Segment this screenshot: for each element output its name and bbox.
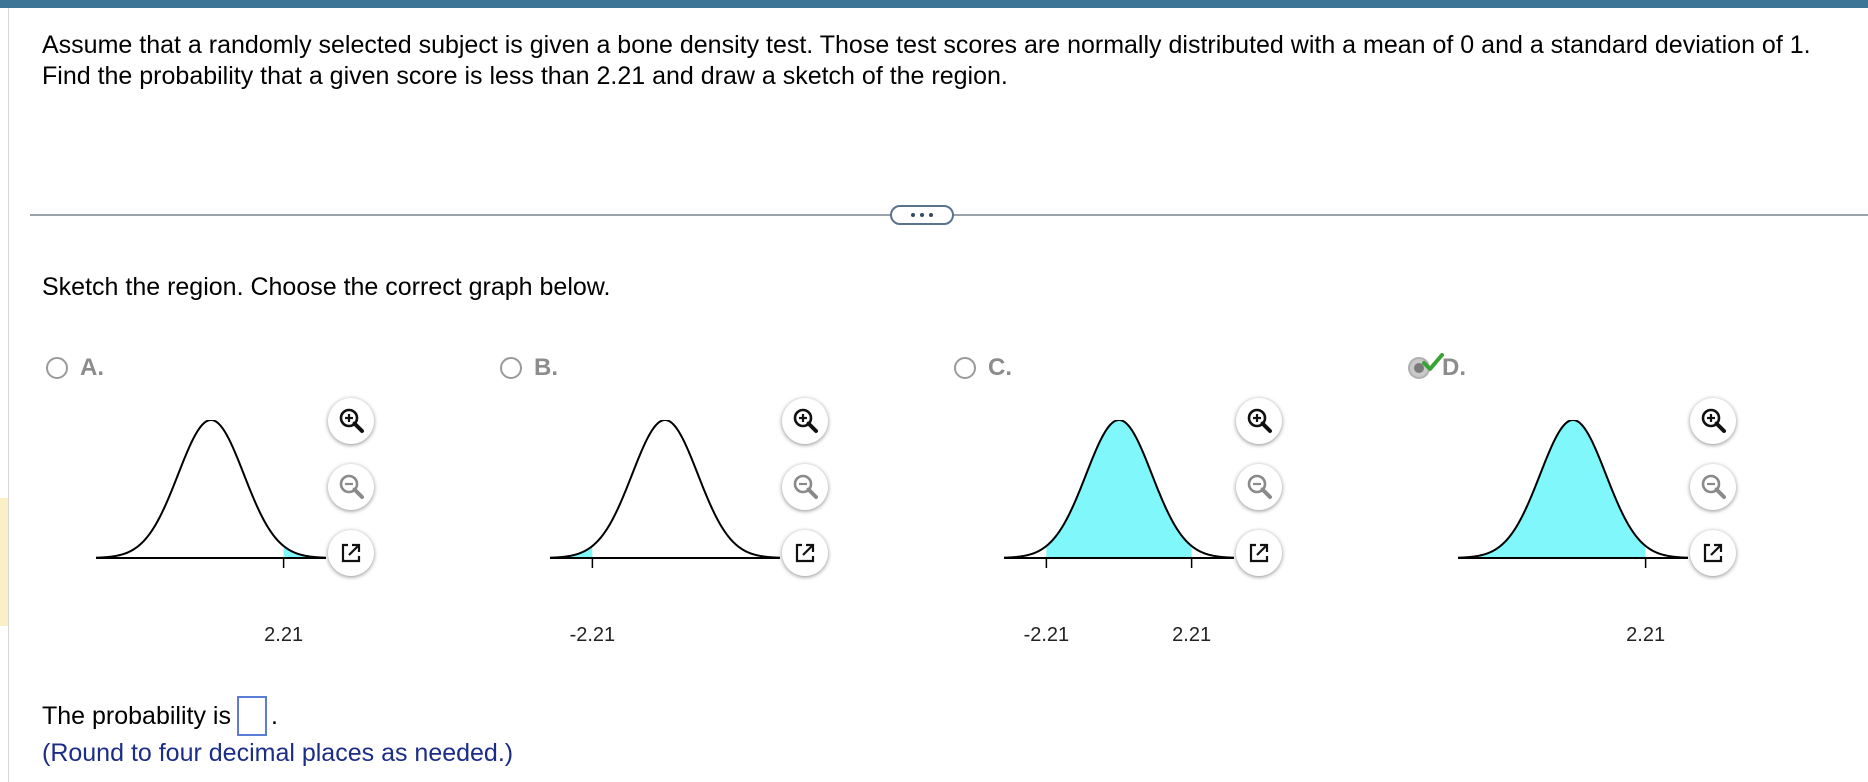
zoom-in-icon [793,408,818,433]
option-d-shaded-region [1458,420,1646,558]
popout-icon [341,543,361,563]
left-status-flag [0,498,8,626]
option-c-tick-label: -2.21 [1023,624,1070,646]
option-a-letter: A. [80,354,104,381]
instruction-text: Sketch the region. Choose the correct gr… [42,273,611,301]
zoom-out-icon [793,474,818,499]
option-b-zoom-out-button[interactable] [782,464,828,510]
option-c: C. -2.21 2.21 [954,344,1314,664]
option-d-zoom-out-button[interactable] [1690,464,1736,510]
option-d-tick-label: 2.21 [1626,624,1666,646]
option-c-letter: C. [988,354,1012,381]
top-bar [0,0,1868,8]
checkmark-icon [1422,353,1444,371]
option-d-letter: D. [1442,354,1466,381]
zoom-out-icon [1701,474,1726,499]
option-b-graph [550,420,780,568]
option-a-tick-label: 2.21 [264,624,304,646]
option-a-radio-group[interactable]: A. [46,352,104,384]
option-a-normal-curve [96,420,326,559]
zoom-in-icon [1247,408,1272,433]
option-a-zoom-in-button[interactable] [328,398,374,444]
option-a-popout-button[interactable] [328,530,374,576]
option-b-popout-button[interactable] [782,530,828,576]
option-c-popout-button[interactable] [1236,530,1282,576]
option-d-graph [1458,420,1688,568]
probability-input[interactable] [236,696,267,736]
option-c-zoom-out-button[interactable] [1236,464,1282,510]
answer-suffix: . [270,701,278,730]
option-b-normal-curve [550,420,780,559]
option-c-zoom-in-button[interactable] [1236,398,1282,444]
zoom-out-icon [1247,474,1272,499]
option-a-zoom-out-button[interactable] [328,464,374,510]
ellipsis-icon [911,213,915,217]
option-b-radio-group[interactable]: B. [500,352,558,384]
zoom-in-icon [339,408,364,433]
option-a: A. 2.21 [46,344,406,664]
option-c-tick-label: 2.21 [1172,624,1212,646]
option-b-radio[interactable] [500,357,522,379]
popout-icon [1249,543,1269,563]
option-b-tick-label: -2.21 [569,624,616,646]
option-b-zoom-in-button[interactable] [782,398,828,444]
option-c-shaded-region [1046,420,1192,558]
zoom-in-icon [1701,408,1726,433]
rounding-hint: (Round to four decimal places as needed.… [42,739,514,767]
popout-icon [1703,543,1723,563]
option-b: B. -2.21 [500,344,860,664]
option-d-zoom-in-button[interactable] [1690,398,1736,444]
option-c-graph [1004,420,1234,568]
option-c-radio-group[interactable]: C. [954,352,1012,384]
answer-row: The probability is . [42,696,278,736]
more-button[interactable] [890,205,954,225]
option-d: D. 2.21 [1408,344,1768,664]
left-rule [8,8,9,782]
option-a-radio[interactable] [46,357,68,379]
question-text: Assume that a randomly selected subject … [42,31,1811,90]
option-c-radio[interactable] [954,357,976,379]
answer-prefix: The probability is [42,701,231,730]
option-b-letter: B. [534,354,558,381]
option-d-radio-group[interactable]: D. [1408,352,1466,384]
zoom-out-icon [339,474,364,499]
option-a-graph [96,420,326,568]
option-d-radio[interactable] [1408,353,1444,379]
popout-icon [795,543,815,563]
option-d-popout-button[interactable] [1690,530,1736,576]
